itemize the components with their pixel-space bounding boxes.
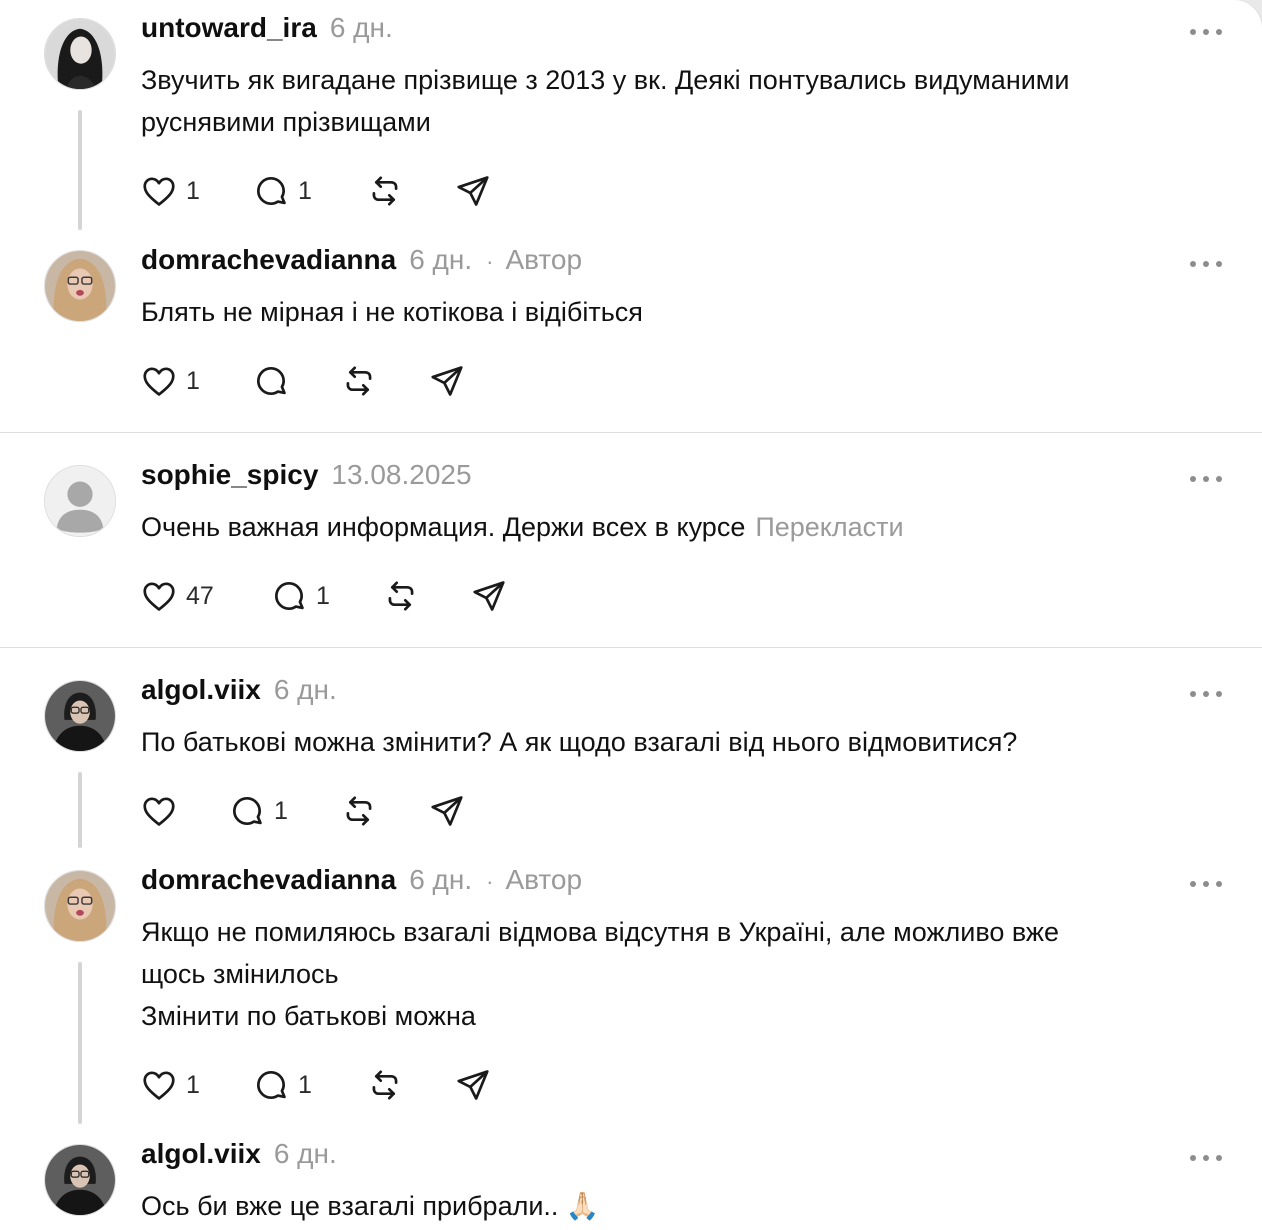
timestamp[interactable]: 6 дн. bbox=[274, 1138, 337, 1170]
comment-icon bbox=[232, 796, 262, 826]
timestamp[interactable]: 13.08.2025 bbox=[331, 459, 471, 491]
reply-button[interactable]: 1 bbox=[252, 1065, 312, 1105]
share-button[interactable] bbox=[428, 361, 466, 401]
like-button[interactable] bbox=[140, 791, 178, 831]
comment-text: Звучить як вигадане прізвище з 2013 у вк… bbox=[141, 65, 1070, 137]
like-button[interactable]: 47 bbox=[140, 576, 214, 616]
repost-button[interactable] bbox=[340, 791, 378, 831]
thread-line bbox=[78, 962, 82, 1124]
translate-link[interactable]: Перекласти bbox=[755, 512, 903, 542]
repost-button[interactable] bbox=[366, 1065, 404, 1105]
reply-button[interactable]: 1 bbox=[228, 791, 288, 831]
comment-header: domrachevadianna 6 дн. · Автор bbox=[141, 244, 582, 280]
reply-count: 1 bbox=[274, 796, 288, 825]
like-count: 1 bbox=[186, 1070, 200, 1099]
divider bbox=[0, 647, 1262, 648]
comment-icon bbox=[274, 581, 304, 611]
timestamp[interactable]: 6 дн. bbox=[409, 864, 472, 896]
comment-text: По батькові можна змінити? А як щодо вза… bbox=[141, 727, 1018, 757]
avatar[interactable] bbox=[44, 465, 116, 537]
reply-count: 1 bbox=[316, 581, 330, 610]
comment-body: Очень важная информация. Держи всех в ку… bbox=[141, 512, 746, 542]
comment-icon bbox=[256, 176, 286, 206]
avatar[interactable] bbox=[44, 870, 116, 942]
more-dots-icon[interactable] bbox=[1190, 688, 1222, 700]
repost-button[interactable] bbox=[340, 361, 378, 401]
share-button[interactable] bbox=[428, 791, 466, 831]
reply-button[interactable]: 1 bbox=[252, 171, 312, 211]
repost-icon bbox=[388, 581, 414, 611]
username[interactable]: untoward_ira bbox=[141, 12, 317, 44]
comment-header: sophie_spicy 13.08.2025 bbox=[141, 459, 472, 495]
reply-button[interactable]: 1 bbox=[270, 576, 330, 616]
thread-line bbox=[78, 110, 82, 230]
repost-icon bbox=[372, 176, 398, 206]
username[interactable]: domrachevadianna bbox=[141, 864, 396, 896]
share-button[interactable] bbox=[470, 576, 508, 616]
repost-button[interactable] bbox=[382, 576, 420, 616]
like-button[interactable]: 1 bbox=[140, 171, 200, 211]
divider bbox=[0, 432, 1262, 433]
threads-comments-panel: untoward_ira 6 дн. Звучить як вигадане п… bbox=[0, 0, 1262, 1230]
author-label: Автор bbox=[505, 864, 583, 895]
comment-icon bbox=[256, 1070, 286, 1100]
repost-icon bbox=[346, 366, 372, 396]
repost-icon bbox=[372, 1070, 398, 1100]
more-dots-icon[interactable] bbox=[1190, 473, 1222, 485]
send-icon bbox=[431, 796, 463, 826]
username[interactable]: algol.viix bbox=[141, 674, 261, 706]
comment-text: Очень важная информация. Держи всех в ку… bbox=[141, 506, 1231, 548]
username[interactable]: domrachevadianna bbox=[141, 244, 396, 276]
separator-dot: · bbox=[486, 869, 494, 894]
share-button[interactable] bbox=[454, 171, 492, 211]
avatar[interactable] bbox=[44, 680, 116, 752]
heart-icon bbox=[143, 582, 175, 611]
more-dots-icon[interactable] bbox=[1190, 878, 1222, 890]
heart-icon bbox=[143, 177, 175, 206]
more-dots-icon[interactable] bbox=[1190, 26, 1222, 38]
comment-header: algol.viix 6 дн. bbox=[141, 1138, 337, 1174]
username[interactable]: algol.viix bbox=[141, 1138, 261, 1170]
comment-header: untoward_ira 6 дн. bbox=[141, 12, 393, 48]
send-icon bbox=[431, 366, 463, 396]
repost-icon bbox=[346, 796, 372, 826]
send-icon bbox=[473, 581, 505, 611]
repost-button[interactable] bbox=[366, 171, 404, 211]
more-dots-icon[interactable] bbox=[1190, 1152, 1222, 1164]
comment-text: Ось би вже це взагалі прибрали.. 🙏🏻 bbox=[141, 1191, 600, 1221]
thread-line bbox=[78, 772, 82, 848]
like-button[interactable]: 1 bbox=[140, 1065, 200, 1105]
reply-count: 1 bbox=[298, 1070, 312, 1099]
comment-header: domrachevadianna 6 дн. · Автор bbox=[141, 864, 582, 900]
avatar[interactable] bbox=[44, 18, 116, 90]
comment-text: Якщо не помиляюсь взагалі відмова відсут… bbox=[141, 917, 1060, 1031]
like-button[interactable]: 1 bbox=[140, 361, 200, 401]
author-label: Автор bbox=[505, 244, 583, 275]
avatar[interactable] bbox=[44, 1144, 116, 1216]
separator-dot: · bbox=[486, 249, 494, 274]
timestamp[interactable]: 6 дн. bbox=[274, 674, 337, 706]
send-icon bbox=[457, 1070, 489, 1100]
heart-icon bbox=[143, 1071, 175, 1100]
like-count: 1 bbox=[186, 366, 200, 395]
more-dots-icon[interactable] bbox=[1190, 258, 1222, 270]
username[interactable]: sophie_spicy bbox=[141, 459, 318, 491]
like-count: 1 bbox=[186, 176, 200, 205]
comment-header: algol.viix 6 дн. bbox=[141, 674, 337, 710]
reply-button[interactable] bbox=[252, 361, 290, 401]
heart-icon bbox=[143, 367, 175, 396]
avatar[interactable] bbox=[44, 250, 116, 322]
heart-icon bbox=[143, 797, 175, 826]
send-icon bbox=[457, 176, 489, 206]
share-button[interactable] bbox=[454, 1065, 492, 1105]
comment-text: Блять не мірная і не котікова і відібіть… bbox=[141, 297, 643, 327]
reply-count: 1 bbox=[298, 176, 312, 205]
like-count: 47 bbox=[186, 581, 214, 610]
comment-icon bbox=[256, 366, 286, 396]
timestamp[interactable]: 6 дн. bbox=[330, 12, 393, 44]
timestamp[interactable]: 6 дн. bbox=[409, 244, 472, 276]
